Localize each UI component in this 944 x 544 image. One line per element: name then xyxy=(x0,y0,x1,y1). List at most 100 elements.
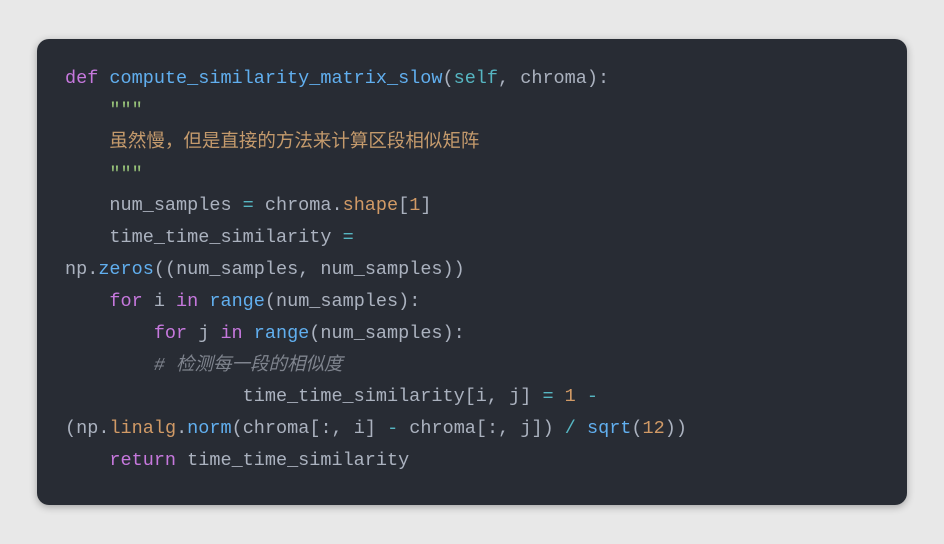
indent xyxy=(65,132,109,153)
kw-for: for xyxy=(154,323,187,344)
slice-colon: : xyxy=(320,418,331,439)
func-range: range xyxy=(243,323,310,344)
indent xyxy=(65,323,154,344)
np-ref: np xyxy=(65,259,87,280)
function-name: compute_similarity_matrix_slow xyxy=(109,68,442,89)
arg-ns2: num_samples xyxy=(320,259,442,280)
indent xyxy=(65,195,109,216)
lparen: ( xyxy=(442,68,453,89)
rparen2: ) xyxy=(676,418,687,439)
code-block: def compute_similarity_matrix_slow(self,… xyxy=(37,39,907,505)
minus: - xyxy=(576,386,609,407)
docstring-open: """ xyxy=(109,100,142,121)
var-i: i xyxy=(143,291,176,312)
colon: : xyxy=(598,68,609,89)
line-7: np.zeros((num_samples, num_samples)) xyxy=(65,259,465,280)
assign: = xyxy=(232,195,265,216)
code-content: def compute_similarity_matrix_slow(self,… xyxy=(65,63,879,477)
indent xyxy=(65,386,243,407)
div: / xyxy=(554,418,587,439)
minus-op: - xyxy=(376,418,409,439)
slice-colon: : xyxy=(487,418,498,439)
rparen: ) xyxy=(665,418,676,439)
line-13: return time_time_similarity xyxy=(65,450,409,471)
kw-in: in xyxy=(176,291,198,312)
chroma-ref: chroma xyxy=(243,418,310,439)
dot: . xyxy=(331,195,342,216)
func-range: range xyxy=(198,291,265,312)
line-5: num_samples = chroma.shape[1] xyxy=(65,195,431,216)
indent xyxy=(65,355,154,376)
idx-i: i xyxy=(476,386,487,407)
rbrack: ] xyxy=(531,418,542,439)
dot: . xyxy=(98,418,109,439)
arg-ns: num_samples xyxy=(276,291,398,312)
comma: , xyxy=(298,259,320,280)
dot: . xyxy=(87,259,98,280)
num-1: 1 xyxy=(565,386,576,407)
idx-j: j xyxy=(509,386,520,407)
line-11: time_time_similarity[i, j] = 1 - xyxy=(65,386,609,407)
dot: . xyxy=(176,418,187,439)
indent xyxy=(65,100,109,121)
indent xyxy=(65,164,109,185)
idx-i: i xyxy=(354,418,365,439)
attr-linalg: linalg xyxy=(109,418,176,439)
line-9: for j in range(num_samples): xyxy=(65,323,465,344)
kw-return: return xyxy=(109,450,176,471)
param-self: self xyxy=(454,68,498,89)
dbl-lparen: (( xyxy=(154,259,176,280)
space xyxy=(98,68,109,89)
rparen: ) xyxy=(543,418,554,439)
indent xyxy=(65,450,109,471)
var-j: j xyxy=(187,323,220,344)
lbrack: [ xyxy=(476,418,487,439)
lparen: ( xyxy=(232,418,243,439)
num-1: 1 xyxy=(409,195,420,216)
rparen: ) xyxy=(398,291,409,312)
line-1: def compute_similarity_matrix_slow(self,… xyxy=(65,68,609,89)
chroma-ref2: chroma xyxy=(409,418,476,439)
lbrack: [ xyxy=(398,195,409,216)
func-zeros: zeros xyxy=(98,259,154,280)
lparen: ( xyxy=(265,291,276,312)
var-tts: time_time_similarity xyxy=(109,227,331,248)
comment-hash: # xyxy=(154,355,176,376)
line-8: for i in range(num_samples): xyxy=(65,291,420,312)
comma: , xyxy=(487,386,509,407)
docstring-text-cn: 虽然慢，但是直接的方法来计算区段相似矩阵 xyxy=(109,132,479,153)
docstring-close: """ xyxy=(109,164,142,185)
lparen: ( xyxy=(631,418,642,439)
line-10: # 检测每一段的相似度 xyxy=(65,355,343,376)
rparen: ) xyxy=(587,68,598,89)
lbrack: [ xyxy=(309,418,320,439)
dbl-rparen: )) xyxy=(443,259,465,280)
line-3: 虽然慢，但是直接的方法来计算区段相似矩阵 xyxy=(65,132,479,153)
var-tts: time_time_similarity xyxy=(243,386,465,407)
rbrack: ] xyxy=(365,418,376,439)
attr-shape: shape xyxy=(343,195,399,216)
indent xyxy=(65,227,109,248)
var-num-samples: num_samples xyxy=(109,195,231,216)
arg-ns: num_samples xyxy=(320,323,442,344)
assign: = xyxy=(531,386,564,407)
np-ref: np xyxy=(76,418,98,439)
rparen: ) xyxy=(443,323,454,344)
line-2: """ xyxy=(65,100,143,121)
lparen: ( xyxy=(309,323,320,344)
line-12: (np.linalg.norm(chroma[:, i] - chroma[:,… xyxy=(65,418,687,439)
colon: : xyxy=(409,291,420,312)
colon: : xyxy=(454,323,465,344)
line-6: time_time_similarity = xyxy=(65,227,365,248)
ret-var: time_time_similarity xyxy=(187,450,409,471)
rbrack: ] xyxy=(520,386,531,407)
arg-ns1: num_samples xyxy=(176,259,298,280)
rbrack: ] xyxy=(420,195,431,216)
num-12: 12 xyxy=(643,418,665,439)
kw-in: in xyxy=(220,323,242,344)
func-sqrt: sqrt xyxy=(587,418,631,439)
param-chroma: chroma xyxy=(520,68,587,89)
keyword-def: def xyxy=(65,68,98,89)
chroma-ref: chroma xyxy=(265,195,332,216)
lbrack: [ xyxy=(465,386,476,407)
